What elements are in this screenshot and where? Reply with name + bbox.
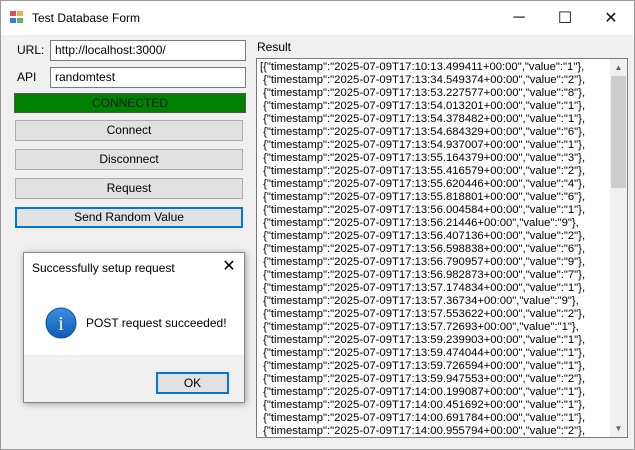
result-line: {"timestamp":"2025-07-09T17:13:56.790957… [260,256,586,268]
request-button[interactable]: Request [15,178,243,199]
result-line: {"timestamp":"2025-07-09T17:13:57.72693+… [260,321,579,333]
result-text: [{"timestamp":"2025-07-09T17:10:13.49941… [260,61,610,437]
result-line: {"timestamp":"2025-07-09T17:13:56.004584… [260,204,586,216]
result-line: {"timestamp":"2025-07-09T17:14:00.199087… [260,386,586,398]
result-line: {"timestamp":"2025-07-09T17:13:56.598838… [260,243,586,255]
app-form-icon [10,11,25,25]
scroll-up-icon[interactable]: ▲ [610,59,627,76]
result-line: [{"timestamp":"2025-07-09T17:10:13.49941… [260,61,585,73]
maximize-button[interactable]: ☐ [542,1,588,35]
minimize-button[interactable]: ─ [496,1,542,35]
title-bar[interactable]: Test Database Form ─ ☐ ✕ [1,1,634,35]
dialog-close-button[interactable]: ✕ [220,257,238,277]
dialog-ok-button[interactable]: OK [156,372,229,394]
api-label: API [17,70,37,84]
result-line: {"timestamp":"2025-07-09T17:13:54.378482… [260,113,586,125]
url-input[interactable]: http://localhost:3000/ [50,40,246,61]
window-title: Test Database Form [32,11,141,25]
dialog-content-area: Successfully setup request ✕ i POST requ… [24,253,244,355]
send-random-value-button[interactable]: Send Random Value [15,207,243,228]
disconnect-button[interactable]: Disconnect [15,149,243,170]
result-line: {"timestamp":"2025-07-09T17:13:54.684329… [260,126,586,138]
result-line: {"timestamp":"2025-07-09T17:13:56.21446+… [260,217,579,229]
result-line: {"timestamp":"2025-07-09T17:13:59.474044… [260,347,586,359]
message-dialog: Successfully setup request ✕ i POST requ… [23,252,245,403]
api-input[interactable]: randomtest [50,67,246,88]
result-scrollbar[interactable]: ▲ ▼ [610,59,627,437]
result-line: {"timestamp":"2025-07-09T17:13:59.947553… [260,373,586,385]
dialog-title: Successfully setup request [32,261,175,275]
app-window: Test Database Form ─ ☐ ✕ URL: http://loc… [0,0,635,450]
connection-status-badge: CONNECTED [14,93,246,113]
result-line: {"timestamp":"2025-07-09T17:13:55.818801… [260,191,586,203]
result-line: {"timestamp":"2025-07-09T17:13:59.726594… [260,360,586,372]
result-line: {"timestamp":"2025-07-09T17:13:55.164379… [260,152,586,164]
close-button[interactable]: ✕ [588,1,634,35]
result-label: Result [257,40,292,54]
scrollbar-thumb[interactable] [611,76,626,188]
result-textbox[interactable]: [{"timestamp":"2025-07-09T17:10:13.49941… [256,58,628,438]
info-icon-letter: i [58,313,64,335]
result-line: {"timestamp":"2025-07-09T17:13:57.174834… [260,282,586,294]
result-line: {"timestamp":"2025-07-09T17:13:55.620446… [260,178,586,190]
result-line: {"timestamp":"2025-07-09T17:13:53.227577… [260,87,586,99]
result-line: {"timestamp":"2025-07-09T17:13:57.553622… [260,308,586,320]
info-icon: i [45,307,77,339]
result-line: {"timestamp":"2025-07-09T17:14:00.955794… [260,425,586,437]
result-line: {"timestamp":"2025-07-09T17:14:00.451692… [260,399,586,411]
result-line: {"timestamp":"2025-07-09T17:13:55.416579… [260,165,586,177]
connect-button[interactable]: Connect [15,120,243,141]
url-label: URL: [17,43,45,57]
result-line: {"timestamp":"2025-07-09T17:13:54.013201… [260,100,586,112]
result-line: {"timestamp":"2025-07-09T17:13:56.407136… [260,230,586,242]
result-line: {"timestamp":"2025-07-09T17:13:57.36734+… [260,295,579,307]
result-line: {"timestamp":"2025-07-09T17:13:59.239903… [260,334,586,346]
result-line: {"timestamp":"2025-07-09T17:13:34.549374… [260,74,586,86]
scroll-down-icon[interactable]: ▼ [610,420,627,437]
result-line: {"timestamp":"2025-07-09T17:13:56.982873… [260,269,586,281]
result-line: {"timestamp":"2025-07-09T17:14:00.691784… [260,412,586,424]
dialog-message: POST request succeeded! [86,316,227,330]
result-line: {"timestamp":"2025-07-09T17:13:54.937007… [260,139,586,151]
